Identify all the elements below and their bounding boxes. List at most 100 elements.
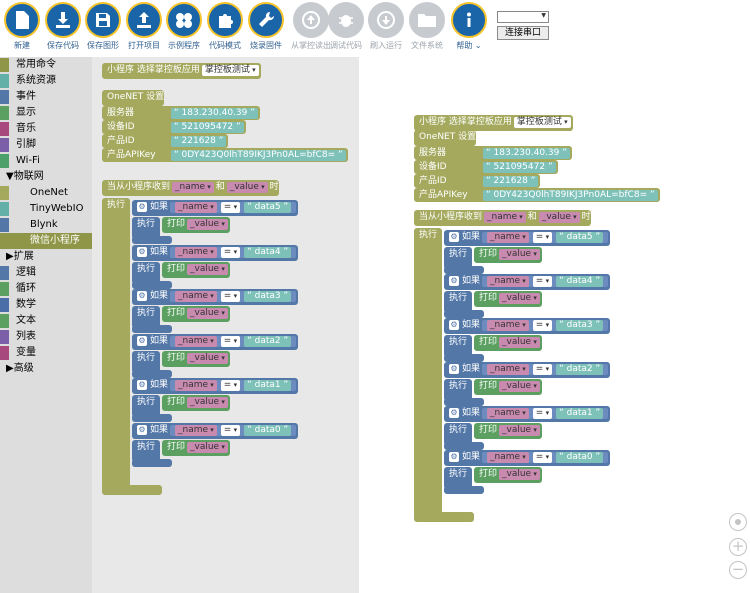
onenet-device-value[interactable]: “ 521095472 ”: [171, 122, 244, 133]
compare-value[interactable]: “ data3 ”: [556, 320, 604, 331]
onenet-device-row[interactable]: 设备ID “ 521095472 ”: [414, 160, 558, 174]
print-value-variable[interactable]: _value ▾: [499, 381, 540, 392]
compare-name-variable[interactable]: _name ▾: [175, 291, 217, 302]
sidebar-item[interactable]: 列表: [0, 329, 92, 345]
compare-name-variable[interactable]: _name ▾: [487, 320, 529, 331]
if-block[interactable]: ⚙ 如果 _name ▾ = ▾ “ data4 ”: [132, 244, 299, 261]
sidebar-item[interactable]: 变量: [0, 345, 92, 361]
serial-port-select[interactable]: [497, 11, 549, 23]
print-block[interactable]: 打印 _value ▾: [474, 379, 542, 395]
equals-operator[interactable]: = ▾: [532, 232, 553, 243]
compare-value[interactable]: “ data2 ”: [244, 335, 292, 347]
onenet-server-value[interactable]: “ 183.230.40.39 ”: [171, 108, 258, 119]
sidebar-item[interactable]: OneNet: [0, 185, 92, 201]
sidebar-item[interactable]: ▼物联网: [0, 169, 92, 185]
if-block[interactable]: ⚙ 如果 _name ▾ = ▾ “ data1 ”: [132, 378, 299, 394]
print-value-variable[interactable]: _value ▾: [499, 293, 540, 304]
compare-block[interactable]: _name ▾ = ▾ “ data0 ”: [482, 452, 609, 463]
onenet-product-row[interactable]: 产品ID “ 221628 ”: [102, 134, 229, 148]
equals-operator[interactable]: = ▾: [220, 202, 241, 213]
value-variable[interactable]: _value ▾: [226, 182, 268, 193]
print-value-variable[interactable]: _value ▾: [187, 397, 228, 408]
compare-value[interactable]: “ data1 ”: [244, 380, 292, 391]
print-value-variable[interactable]: _value ▾: [499, 425, 540, 436]
sidebar-item[interactable]: 常用命令: [0, 57, 92, 73]
print-value-variable[interactable]: _value ▾: [187, 219, 228, 230]
sidebar-item[interactable]: 文本: [0, 313, 92, 329]
gear-icon[interactable]: ⚙: [137, 380, 147, 390]
onenet-setup-block[interactable]: OneNET 设置: [102, 90, 165, 106]
sidebar-item[interactable]: 循环: [0, 281, 92, 297]
receive-event-block[interactable]: 当从小程序收到 _name ▾ 和 _value ▾ 时: [102, 180, 279, 196]
print-block[interactable]: 打印 _value ▾: [474, 467, 542, 483]
compare-name-variable[interactable]: _name ▾: [487, 452, 529, 463]
compare-block[interactable]: _name ▾ = ▾ “ data2 ”: [170, 335, 297, 347]
equals-operator[interactable]: = ▾: [532, 452, 553, 463]
compare-name-variable[interactable]: _name ▾: [487, 276, 529, 287]
value-variable[interactable]: _value ▾: [538, 212, 580, 223]
print-block[interactable]: 打印 _value ▾: [162, 395, 230, 411]
miniprogram-app-block[interactable]: 小程序 选择掌控板应用 掌控板测试 ▾: [414, 115, 573, 131]
gear-icon[interactable]: ⚙: [449, 364, 459, 374]
toolbar-button-11[interactable]: 帮助 ⌄: [450, 2, 488, 51]
print-value-variable[interactable]: _value ▾: [499, 249, 540, 260]
sidebar-item[interactable]: 事件: [0, 89, 92, 105]
equals-operator[interactable]: = ▾: [532, 320, 553, 331]
print-value-variable[interactable]: _value ▾: [187, 308, 228, 319]
gear-icon[interactable]: ⚙: [137, 246, 147, 257]
compare-value[interactable]: “ data0 ”: [244, 424, 292, 436]
if-block[interactable]: ⚙ 如果 _name ▾ = ▾ “ data2 ”: [132, 333, 299, 350]
sidebar-item[interactable]: 逻辑: [0, 265, 92, 281]
gear-icon[interactable]: ⚙: [449, 232, 459, 242]
print-block[interactable]: 打印 _value ▾: [474, 335, 542, 351]
gear-icon[interactable]: ⚙: [449, 276, 459, 286]
app-select-dropdown[interactable]: 掌控板测试 ▾: [201, 65, 259, 76]
onenet-server-value[interactable]: “ 183.230.40.39 ”: [483, 148, 570, 159]
zoom-out-icon[interactable]: −: [729, 561, 747, 579]
compare-block[interactable]: _name ▾ = ▾ “ data0 ”: [170, 424, 297, 436]
compare-value[interactable]: “ data3 ”: [244, 291, 292, 302]
onenet-apikey-value[interactable]: “ 0DY423Q0lhT89IKJ3Pn0AL=bfC8= ”: [171, 150, 346, 161]
compare-block[interactable]: _name ▾ = ▾ “ data4 ”: [482, 276, 609, 287]
onenet-device-value[interactable]: “ 521095472 ”: [483, 162, 556, 173]
equals-operator[interactable]: = ▾: [220, 291, 241, 302]
compare-value[interactable]: “ data5 ”: [556, 232, 604, 243]
compare-value[interactable]: “ data5 ”: [244, 202, 292, 213]
compare-name-variable[interactable]: _name ▾: [487, 408, 529, 419]
compare-block[interactable]: _name ▾ = ▾ “ data2 ”: [482, 364, 609, 375]
zoom-in-icon[interactable]: +: [729, 538, 747, 556]
onenet-setup-block[interactable]: OneNET 设置: [414, 130, 477, 146]
gear-icon[interactable]: ⚙: [137, 335, 147, 346]
equals-operator[interactable]: = ▾: [220, 380, 241, 391]
print-value-variable[interactable]: _value ▾: [187, 441, 228, 453]
if-block[interactable]: ⚙ 如果 _name ▾ = ▾ “ data2 ”: [444, 362, 611, 378]
app-select-dropdown[interactable]: 掌控板测试 ▾: [513, 117, 571, 128]
onenet-product-value[interactable]: “ 221628 ”: [171, 136, 227, 147]
print-value-variable[interactable]: _value ▾: [187, 352, 228, 364]
compare-name-variable[interactable]: _name ▾: [175, 380, 217, 391]
compare-value[interactable]: “ data2 ”: [556, 364, 604, 375]
equals-operator[interactable]: = ▾: [532, 364, 553, 375]
name-variable[interactable]: _name ▾: [484, 212, 526, 223]
gear-icon[interactable]: ⚙: [137, 291, 147, 301]
compare-block[interactable]: _name ▾ = ▾ “ data1 ”: [482, 408, 609, 419]
gear-icon[interactable]: ⚙: [449, 452, 459, 462]
compare-name-variable[interactable]: _name ▾: [175, 424, 217, 436]
compare-block[interactable]: _name ▾ = ▾ “ data3 ”: [170, 291, 297, 302]
sidebar-item[interactable]: 系统资源: [0, 73, 92, 89]
compare-value[interactable]: “ data4 ”: [244, 246, 292, 258]
compare-value[interactable]: “ data1 ”: [556, 408, 604, 419]
print-block[interactable]: 打印 _value ▾: [474, 247, 542, 263]
print-block[interactable]: 打印 _value ▾: [474, 423, 542, 439]
if-block[interactable]: ⚙ 如果 _name ▾ = ▾ “ data4 ”: [444, 274, 611, 290]
if-block[interactable]: ⚙ 如果 _name ▾ = ▾ “ data0 ”: [444, 450, 611, 466]
compare-block[interactable]: _name ▾ = ▾ “ data1 ”: [170, 380, 297, 391]
onenet-apikey-row[interactable]: 产品APIKey “ 0DY423Q0lhT89IKJ3Pn0AL=bfC8= ”: [414, 188, 660, 202]
compare-value[interactable]: “ data4 ”: [556, 276, 604, 287]
equals-operator[interactable]: = ▾: [220, 424, 241, 436]
sidebar-item[interactable]: 显示: [0, 105, 92, 121]
sidebar-item[interactable]: 引脚: [0, 137, 92, 153]
sidebar-item[interactable]: TinyWebIO: [0, 201, 92, 217]
onenet-product-row[interactable]: 产品ID “ 221628 ”: [414, 174, 541, 188]
print-block[interactable]: 打印 _value ▾: [474, 291, 542, 307]
